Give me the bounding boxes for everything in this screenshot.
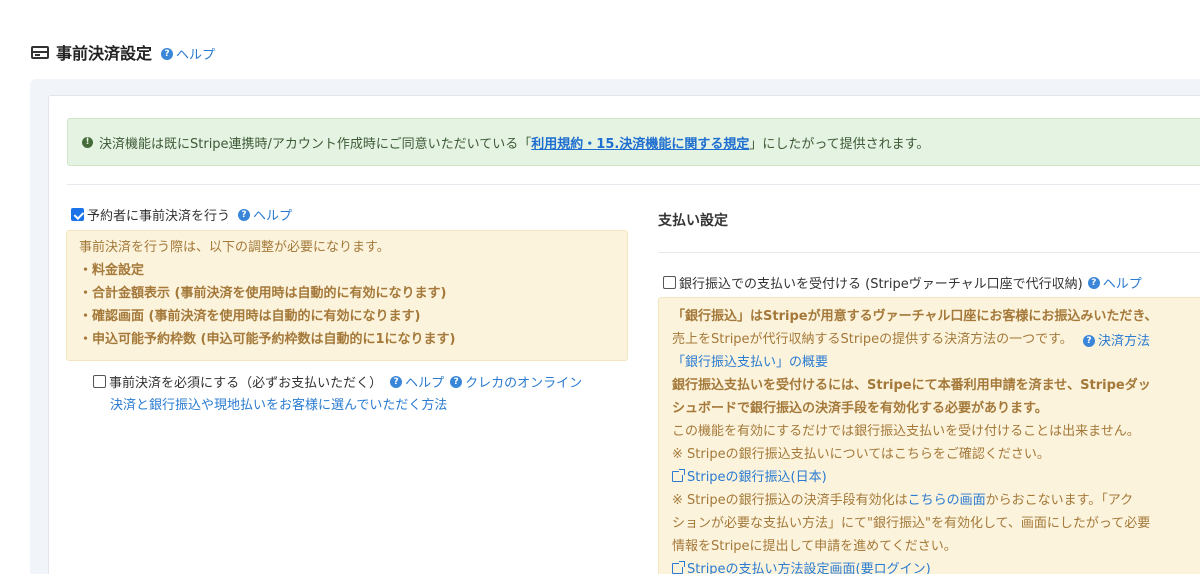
help-icon: ? bbox=[238, 208, 251, 221]
terms-link[interactable]: 利用規約・15.決済機能に関する規定 bbox=[531, 133, 749, 152]
info-line: ションが必要な支払い方法」にて"銀行振込"を有効化して、画面にしたがって必要 bbox=[672, 516, 1151, 531]
page: 事前決済設定 ? ヘルプ ! 決済機能は既にStripe連携時/アカウント作成時… bbox=[0, 0, 1200, 574]
prepay-checkbox-label[interactable]: 予約者に事前決済を行う bbox=[87, 205, 230, 224]
info-line: 「銀行振込」はStripeが用意するヴァーチャル口座にお客様にお振込みいただき、 bbox=[672, 309, 1158, 324]
bank-transfer-help-link[interactable]: ? ヘルプ bbox=[1087, 273, 1142, 292]
notice-item: ・確認画面 (事前決済を使用時は自動的に有効になります) bbox=[79, 309, 421, 324]
payment-settings-title: 支払い設定 bbox=[658, 213, 728, 229]
payment-method-link[interactable]: ? 決済方法 bbox=[1082, 330, 1150, 353]
credit-card-icon bbox=[31, 45, 49, 59]
help-label: ヘルプ bbox=[405, 376, 445, 391]
info-text: ※ Stripeの銀行振込の決済手段有効化は bbox=[672, 493, 908, 508]
payment-method-link-label: 決済方法 bbox=[1097, 333, 1150, 349]
notice-intro: 事前決済を行う際は、以下の調整が必要になります。 bbox=[79, 240, 390, 255]
bank-transfer-info-box: 「銀行振込」はStripeが用意するヴァーチャル口座にお客様にお振込みいただき、… bbox=[658, 297, 1200, 574]
divider bbox=[67, 184, 1200, 185]
online-payment-link-label: クレカのオンライン bbox=[465, 376, 583, 391]
help-icon: ? bbox=[450, 375, 463, 388]
notice-item: ・料金設定 bbox=[79, 263, 145, 278]
help-icon: ? bbox=[1087, 276, 1100, 289]
exclamation-circle-icon: ! bbox=[82, 136, 93, 148]
info-text: 売上をStripeが代行収納するStripeの提供する決済方法の一つです。 bbox=[672, 332, 1073, 347]
info-alert: ! 決済機能は既にStripe連携時/アカウント作成時にご同意いただいている「 … bbox=[67, 118, 1200, 166]
prepay-help-link[interactable]: ? ヘルプ bbox=[238, 205, 292, 224]
required-help-link[interactable]: ? ヘルプ bbox=[390, 372, 444, 391]
info-line: この機能を有効にするだけでは銀行振込支払いを受け付けることは出来ません。 bbox=[672, 424, 1140, 439]
info-line: 情報をStripeに提出して申請を進めてください。 bbox=[672, 539, 957, 554]
info-line: ※ Stripeの銀行振込支払いについてはこちらをご確認ください。 bbox=[672, 447, 1050, 462]
notice-item: ・合計金額表示 (事前決済を使用時は自動的に有効になります) bbox=[79, 286, 447, 301]
stripe-payment-settings-link-label: Stripeの支払い方法設定画面(要ログイン) bbox=[687, 562, 931, 574]
online-payment-link[interactable]: ? クレカのオンライン bbox=[450, 372, 582, 391]
info-line: 売上をStripeが代行収納するStripeの提供する決済方法の一つです。 ? … bbox=[672, 328, 1200, 351]
info-line: シュボードで銀行振込の決済手段を有効化する必要があります。 bbox=[672, 401, 1048, 416]
prepay-option: 予約者に事前決済を行う ? ヘルプ bbox=[71, 205, 292, 224]
prepay-checkbox[interactable] bbox=[71, 208, 84, 221]
bank-transfer-option: 銀行振込での支払いを受付ける (Stripeヴァーチャル口座で代行収納) ? ヘ… bbox=[663, 273, 1142, 292]
help-label: ヘルプ bbox=[253, 209, 293, 224]
bank-transfer-checkbox[interactable] bbox=[663, 276, 676, 289]
bank-transfer-overview-link[interactable]: 「銀行振込支払い」の概要 bbox=[672, 351, 1200, 374]
help-icon: ? bbox=[390, 375, 403, 388]
help-icon: ? bbox=[161, 47, 174, 60]
stripe-bank-transfer-link-label: Stripeの銀行振込(日本) bbox=[687, 470, 827, 485]
this-screen-link[interactable]: こちらの画面 bbox=[908, 493, 986, 508]
header-help-link[interactable]: ? ヘルプ bbox=[161, 44, 215, 63]
bank-transfer-checkbox-label[interactable]: 銀行振込での支払いを受付ける (Stripeヴァーチャル口座で代行収納) bbox=[679, 273, 1083, 292]
online-payment-link-cont[interactable]: 決済と銀行振込や現地払いをお客様に選んでいただく方法 bbox=[110, 394, 447, 413]
required-checkbox-label[interactable]: 事前決済を必須にする（必ずお支払いただく） bbox=[109, 372, 382, 391]
prepay-notice-box: 事前決済を行う際は、以下の調整が必要になります。 ・料金設定 ・合計金額表示 (… bbox=[66, 230, 628, 361]
info-line: 銀行振込支払いを受付けるには、Stripeにて本番利用申請を済ませ、Stripe… bbox=[672, 378, 1151, 393]
external-link-icon bbox=[672, 561, 685, 574]
page-header: 事前決済設定 ? ヘルプ bbox=[31, 40, 215, 64]
notice-item: ・申込可能予約枠数 (申込可能予約枠数は自動的に1になります) bbox=[79, 332, 456, 347]
stripe-payment-settings-link[interactable]: Stripeの支払い方法設定画面(要ログイン) bbox=[672, 558, 1200, 574]
help-icon: ? bbox=[1082, 335, 1095, 347]
divider bbox=[658, 252, 1200, 253]
info-line: ※ Stripeの銀行振込の決済手段有効化はこちらの画面からおこないます。「アク bbox=[672, 489, 1200, 512]
page-title: 事前決済設定 bbox=[56, 44, 153, 63]
info-text: からおこないます。「アク bbox=[985, 493, 1134, 508]
alert-text-after: 」にしたがって提供されます。 bbox=[749, 136, 930, 152]
help-label: ヘルプ bbox=[176, 48, 216, 63]
stripe-bank-transfer-link[interactable]: Stripeの銀行振込(日本) bbox=[672, 466, 1200, 489]
help-label: ヘルプ bbox=[1102, 277, 1142, 292]
external-link-icon bbox=[672, 469, 685, 482]
required-checkbox[interactable] bbox=[93, 375, 106, 388]
required-option: 事前決済を必須にする（必ずお支払いただく） ? ヘルプ ? クレカのオンライン bbox=[93, 372, 582, 391]
alert-text-before: 決済機能は既にStripe連携時/アカウント作成時にご同意いただいている「 bbox=[99, 136, 532, 152]
